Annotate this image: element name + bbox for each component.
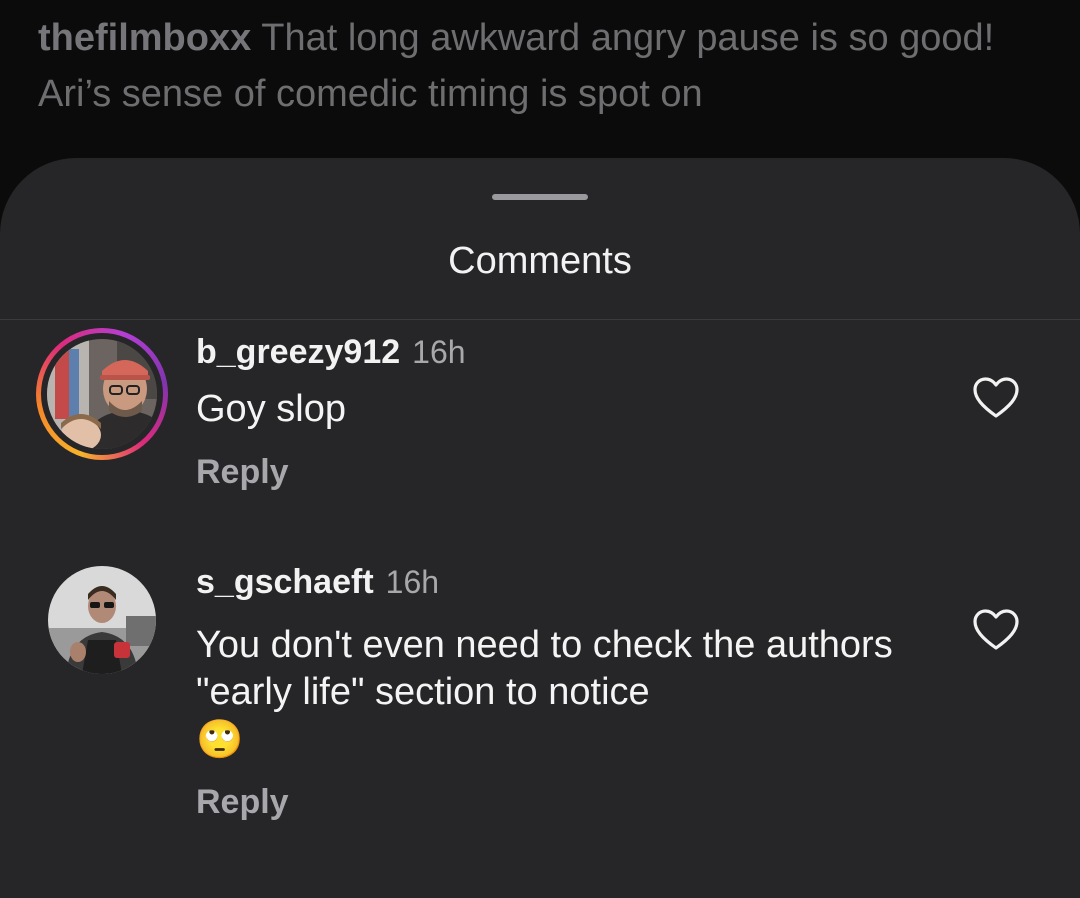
caption-username[interactable]: thefilmboxx [38, 17, 251, 59]
sheet-title: Comments [448, 240, 632, 282]
eye-roll-emoji: 🙄 [196, 719, 244, 761]
comment-header: s_gschaeft 16h [196, 562, 439, 602]
divider [0, 319, 1080, 320]
post-caption: thefilmboxx That long awkward angry pause… [38, 10, 1048, 122]
comment-username[interactable]: b_greezy912 [196, 333, 400, 371]
comment-text: Goy slop [196, 386, 916, 433]
reply-button[interactable]: Reply [196, 782, 289, 822]
avatar-image [48, 566, 156, 674]
comment-header: b_greezy912 16h [196, 332, 466, 372]
comments-sheet: Comments b_greezy912 16h Goy slop Reply … [0, 158, 1080, 898]
drag-handle[interactable] [492, 194, 588, 200]
avatar-image [47, 339, 157, 449]
avatar[interactable] [48, 566, 156, 674]
comment-timestamp: 16h [412, 334, 466, 370]
heart-outline-icon[interactable] [972, 608, 1020, 652]
comment-username[interactable]: s_gschaeft [196, 563, 374, 601]
heart-outline-icon[interactable] [972, 376, 1020, 420]
comment-text: You don't even need to check the authors… [196, 622, 916, 764]
reply-button[interactable]: Reply [196, 452, 289, 492]
comment-timestamp: 16h [385, 564, 440, 600]
avatar-story-ring[interactable] [36, 328, 168, 460]
comment-body: You don't even need to check the authors… [196, 624, 893, 713]
comment-body: Goy slop [196, 388, 346, 430]
avatar [47, 339, 157, 449]
